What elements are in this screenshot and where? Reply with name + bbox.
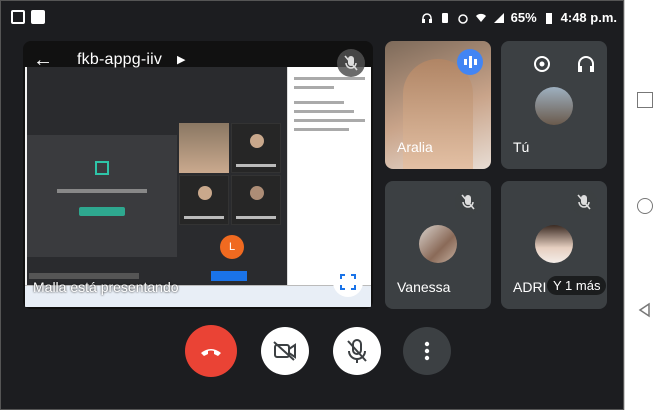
mic-off-icon xyxy=(347,339,367,363)
shared-screen: L xyxy=(25,67,371,307)
status-right: 65% 4:48 p.m. xyxy=(421,10,617,25)
participant-tile-vanessa[interactable]: Vanessa xyxy=(385,181,491,309)
shared-card-text xyxy=(57,189,147,193)
shared-participant-tile xyxy=(231,123,281,173)
shared-participant-video xyxy=(179,123,229,173)
shared-orange-avatar: L xyxy=(220,235,244,259)
shared-blue-button xyxy=(211,271,247,281)
headphones-icon[interactable] xyxy=(575,53,597,75)
presenting-label: Malla está presentando xyxy=(33,279,179,295)
android-nav-bar xyxy=(624,0,664,410)
status-bar: 65% 4:48 p.m. xyxy=(1,1,625,35)
shared-present-icon xyxy=(95,161,109,175)
headphones-status-icon xyxy=(421,12,432,23)
end-call-icon xyxy=(201,349,221,356)
screen-cast-icon xyxy=(11,10,25,24)
avatar xyxy=(535,87,573,125)
switch-camera-icon[interactable] xyxy=(531,53,553,75)
mic-off-icon xyxy=(455,189,481,215)
participant-tile-aralia[interactable]: Aralia xyxy=(385,41,491,169)
participant-name: Tú xyxy=(513,139,530,155)
participant-tile-adri[interactable]: ADRI Y 1 más xyxy=(501,181,607,309)
presentation-tile[interactable]: L ← fkb-appg-iiv ▶ Malla está presentand… xyxy=(23,41,373,309)
participant-tile-self[interactable]: Tú xyxy=(501,41,607,169)
presenter-mic-off-icon xyxy=(337,49,365,77)
participant-name: Vanessa xyxy=(397,279,451,295)
more-vert-icon xyxy=(424,341,430,361)
more-options-button[interactable] xyxy=(403,327,451,375)
signal-icon xyxy=(493,12,504,23)
shared-stop-button xyxy=(79,207,125,216)
phone-screen: 65% 4:48 p.m. L ← fkb-appg-iiv ▶ Malla e… xyxy=(0,0,624,410)
presentation-header: ← fkb-appg-iiv ▶ xyxy=(23,47,373,71)
camera-toggle-button[interactable] xyxy=(261,327,309,375)
battery-icon xyxy=(545,12,552,24)
wifi-icon xyxy=(475,13,486,22)
meeting-code[interactable]: fkb-appg-iiv xyxy=(77,51,162,69)
vibrate-icon xyxy=(441,12,448,23)
mic-toggle-button[interactable] xyxy=(333,327,381,375)
chevron-right-icon[interactable]: ▶ xyxy=(177,53,185,66)
camera-off-icon xyxy=(273,341,296,361)
fullscreen-icon xyxy=(340,274,356,290)
battery-percent: 65% xyxy=(510,10,537,25)
alarm-icon xyxy=(457,13,468,24)
shared-participant-tile xyxy=(179,175,229,225)
avatar xyxy=(419,225,457,263)
home-icon[interactable] xyxy=(637,198,653,214)
arrow-left-icon[interactable]: ← xyxy=(33,49,53,72)
back-icon[interactable] xyxy=(637,302,653,318)
image-icon xyxy=(31,10,45,24)
mic-off-icon xyxy=(571,189,597,215)
status-left-icons xyxy=(11,10,45,24)
speaking-indicator-icon xyxy=(457,49,483,75)
shared-presenting-card xyxy=(27,135,177,257)
more-participants-label[interactable]: Y 1 más xyxy=(547,276,607,295)
end-call-button[interactable] xyxy=(185,325,237,377)
status-time: 4:48 p.m. xyxy=(560,10,617,25)
participant-name: Aralia xyxy=(397,139,433,155)
fullscreen-button[interactable] xyxy=(333,267,363,297)
shared-participant-tile xyxy=(231,175,281,225)
recents-icon[interactable] xyxy=(637,92,653,108)
shared-side-panel xyxy=(287,67,371,299)
participant-name: ADRI xyxy=(513,279,547,295)
avatar xyxy=(535,225,573,263)
